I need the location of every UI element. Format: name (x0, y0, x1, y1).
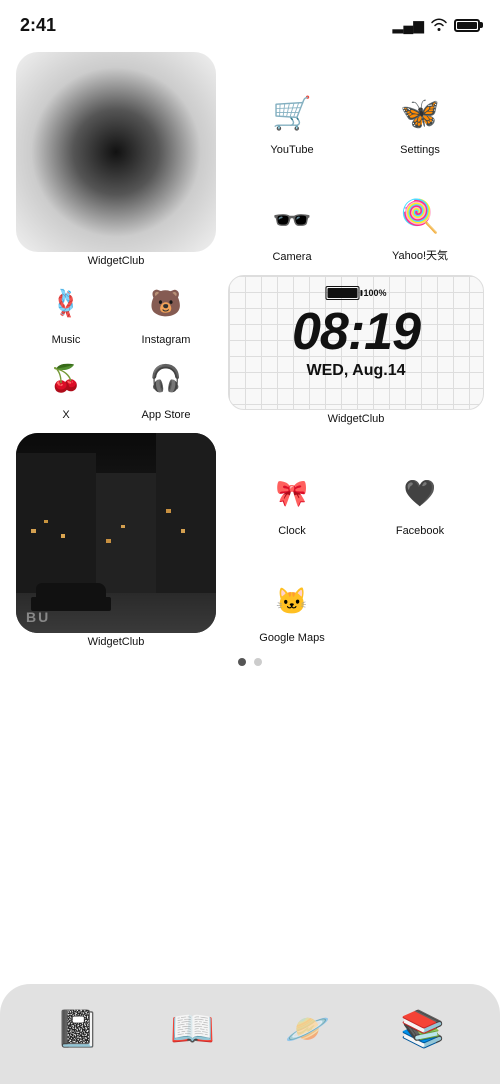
status-time: 2:41 (20, 15, 56, 36)
battery-outline (325, 286, 359, 300)
photo-widget-label: WidgetClub (88, 636, 145, 648)
appstore-icon: 🎧 (138, 350, 194, 406)
app-music[interactable]: 🪢 Music (16, 275, 116, 350)
googlemaps-label: Google Maps (259, 632, 324, 644)
youtube-icon: 🛒 (264, 85, 320, 141)
status-icons: ▂▄▆ (393, 17, 480, 34)
dock-calendar-icon: 📓 (47, 998, 109, 1060)
photo-scene: BU (16, 433, 216, 633)
youtube-label: YouTube (270, 144, 313, 156)
app-instagram[interactable]: 🐻 Instagram (116, 275, 216, 350)
dock-stack[interactable]: 📚 (392, 998, 454, 1060)
signal-icon: ▂▄▆ (393, 17, 424, 34)
car-silhouette (36, 583, 106, 611)
clock-time: 08:19 (292, 306, 420, 358)
instagram-label: Instagram (142, 334, 191, 346)
row2: 🪢 Music 🐻 Instagram 🍒 X 🎧 App Store (16, 275, 484, 425)
status-bar: 2:41 ▂▄▆ (0, 0, 500, 44)
row3: BU WidgetClub 🎀 Clock 🖤 Facebook 🐱 Googl… (16, 433, 484, 648)
dock-books[interactable]: 📖 (162, 998, 224, 1060)
battery-fill (327, 288, 357, 298)
settings-icon: 🦋 (392, 85, 448, 141)
clock-widget-label: WidgetClub (228, 413, 484, 425)
app-grid-row3-right: 🎀 Clock 🖤 Facebook 🐱 Google Maps (228, 433, 484, 648)
music-label: Music (52, 334, 81, 346)
camera-icon: 🕶️ (264, 192, 320, 248)
dock-calendar[interactable]: 📓 (47, 998, 109, 1060)
app-googlemaps[interactable]: 🐱 Google Maps (228, 541, 356, 649)
app-facebook[interactable]: 🖤 Facebook (356, 433, 484, 541)
row1: WidgetClub 🛒 YouTube 🦋 Settings 🕶️ Camer… (16, 52, 484, 267)
app-empty (356, 541, 484, 649)
dot-2[interactable] (254, 658, 262, 666)
clock-date: WED, Aug.14 (307, 362, 406, 380)
home-screen: WidgetClub 🛒 YouTube 🦋 Settings 🕶️ Camer… (0, 44, 500, 666)
facebook-icon: 🖤 (392, 466, 448, 522)
wifi-icon (430, 17, 448, 34)
photo-widget-container: BU WidgetClub (16, 433, 216, 648)
battery-percent: 100% (363, 288, 386, 298)
dock-planet-icon: 🪐 (277, 998, 339, 1060)
app-appstore[interactable]: 🎧 App Store (116, 350, 216, 425)
instagram-icon: 🐻 (138, 275, 194, 331)
facebook-label: Facebook (396, 525, 444, 537)
app-settings[interactable]: 🦋 Settings (356, 52, 484, 160)
page-dots (16, 658, 484, 666)
dock: 📓 📖 🪐 📚 (0, 984, 500, 1084)
street-text: BU (26, 609, 50, 625)
widget-club-large-label: WidgetClub (88, 255, 145, 267)
clock-icon: 🎀 (264, 466, 320, 522)
x-label: X (62, 409, 69, 421)
app-yahoo[interactable]: 🍭 Yahoo!天気 (356, 160, 484, 268)
app-camera[interactable]: 🕶️ Camera (228, 160, 356, 268)
empty-icon (392, 585, 448, 641)
dock-planet[interactable]: 🪐 (277, 998, 339, 1060)
clock-widget-container: 100% 08:19 WED, Aug.14 WidgetClub (228, 275, 484, 425)
settings-label: Settings (400, 144, 440, 156)
app-x[interactable]: 🍒 X (16, 350, 116, 425)
appstore-label: App Store (142, 409, 191, 421)
camera-label: Camera (272, 251, 311, 263)
widget-club-large[interactable] (16, 52, 216, 252)
music-icon: 🪢 (38, 275, 94, 331)
yahoo-icon: 🍭 (392, 188, 448, 244)
battery-bar: 100% (325, 286, 386, 300)
dock-stack-icon: 📚 (392, 998, 454, 1060)
dot-1[interactable] (238, 658, 246, 666)
dock-books-icon: 📖 (162, 998, 224, 1060)
clock-widget[interactable]: 100% 08:19 WED, Aug.14 (228, 275, 484, 410)
app-youtube[interactable]: 🛒 YouTube (228, 52, 356, 160)
app-grid-row2-left: 🪢 Music 🐻 Instagram 🍒 X 🎧 App Store (16, 275, 216, 425)
battery-icon (454, 19, 480, 32)
clock-label: Clock (278, 525, 306, 537)
x-icon: 🍒 (38, 350, 94, 406)
photo-widget[interactable]: BU (16, 433, 216, 633)
app-clock[interactable]: 🎀 Clock (228, 433, 356, 541)
googlemaps-icon: 🐱 (264, 573, 320, 629)
yahoo-label: Yahoo!天気 (392, 247, 448, 263)
app-grid-row1: 🛒 YouTube 🦋 Settings 🕶️ Camera 🍭 Yahoo!天… (228, 52, 484, 267)
